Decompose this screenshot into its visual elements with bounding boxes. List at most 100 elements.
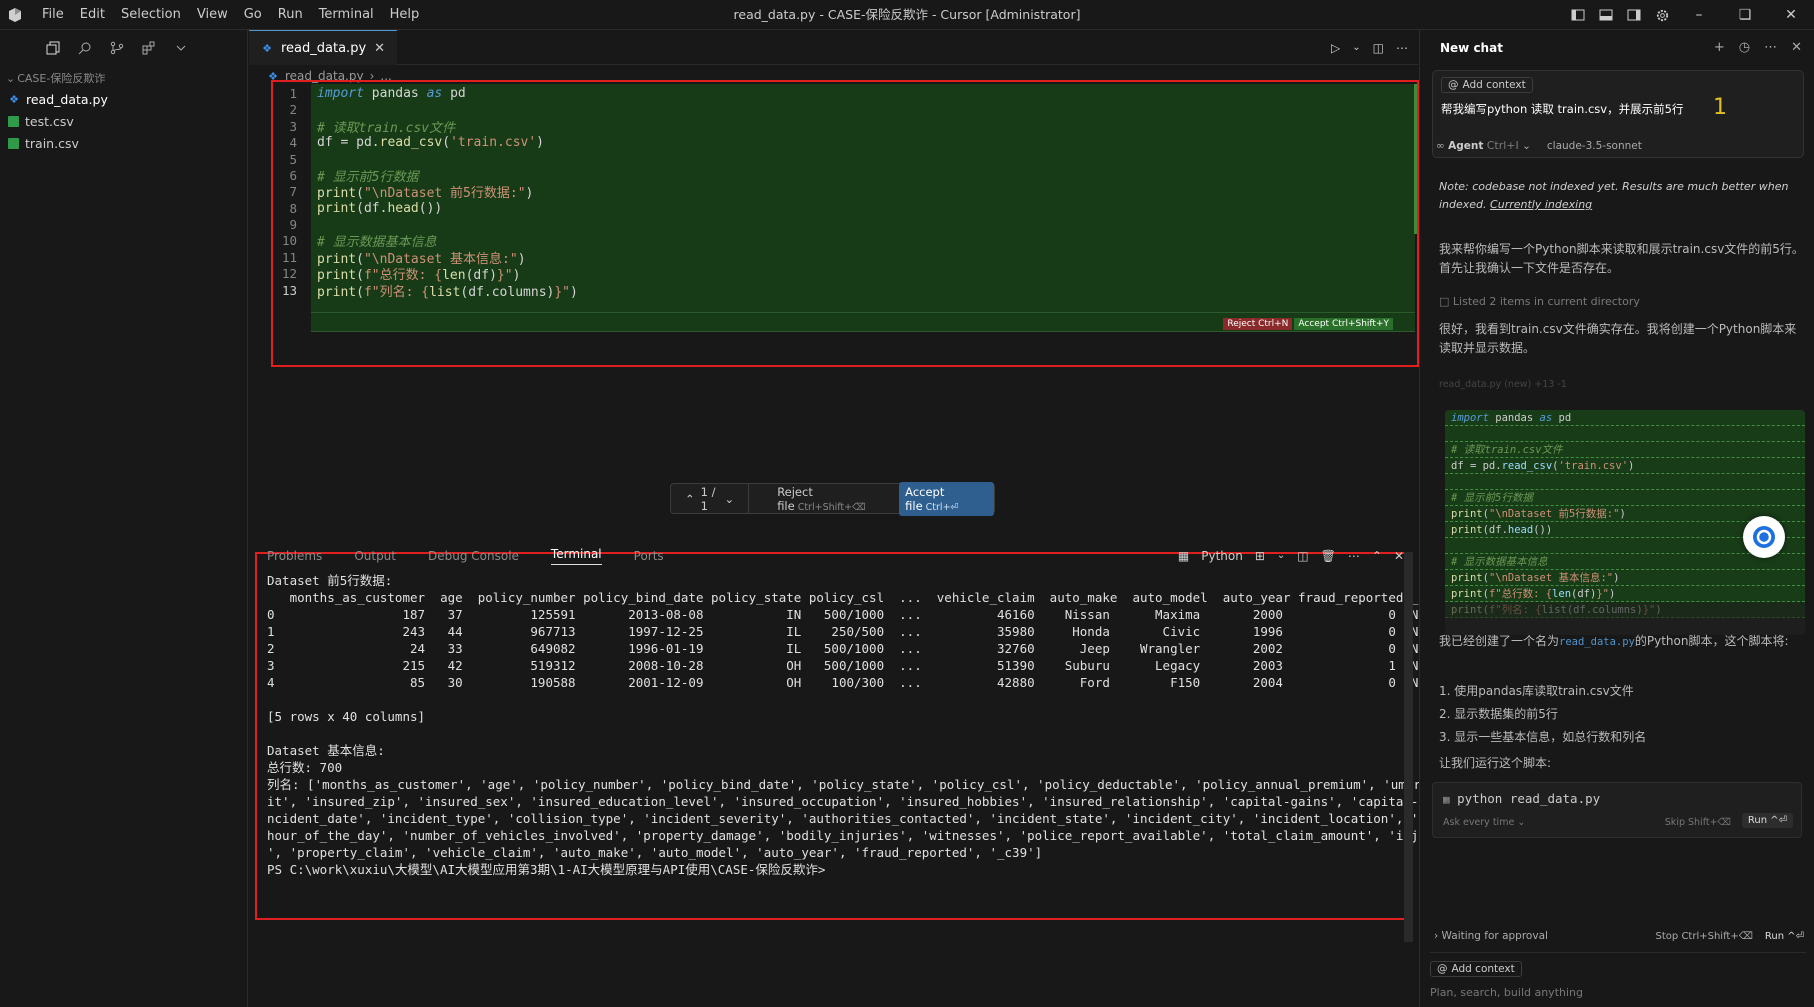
plus-icon[interactable]: + [1714,40,1725,55]
folder-icon: □ [1439,295,1450,308]
source-control-icon[interactable] [108,39,126,57]
add-context-button[interactable]: @ Add context [1430,961,1522,977]
code-editor[interactable]: 1 import pandas as pd 2 3 # 读取train.csv文件 … [271,84,1417,334]
search-icon[interactable] [76,39,94,57]
code-line [1445,474,1805,490]
terminal-icon[interactable]: ▦ [1178,549,1189,563]
annotation-step-number: 1 [1713,95,1727,120]
ask-every-time-selector[interactable]: Ask every time ⌄ [1443,817,1525,828]
code-card-header: read_data.py (new) +13 -1 [1439,379,1567,390]
terminal-line: hour_of_the_day', 'number_of_vehicles_in… [267,828,1487,843]
at-icon: @ [1437,963,1448,975]
more-icon[interactable]: ⋯ [1396,41,1408,55]
chevron-down-icon[interactable]: ⌄ [1277,550,1285,561]
chevron-up-icon[interactable]: ⌃ [685,492,695,506]
plus-icon[interactable]: ⊞ [1255,549,1265,563]
inline-reject-button[interactable]: Reject Ctrl+N [1223,318,1293,330]
add-context-button[interactable]: @ Add context [1441,77,1533,93]
close-icon[interactable]: ✕ [374,41,385,56]
workspace-folder[interactable]: ⌄ CASE-保险反欺诈 [0,66,247,88]
tab-read-data[interactable]: ❖ read_data.py ✕ [249,30,398,65]
chevron-right-icon: › [1434,930,1439,942]
menu-run[interactable]: Run [270,0,311,30]
close-window-icon[interactable]: ✕ [1768,0,1814,30]
skip-button[interactable]: Skip Shift+⌫ [1665,817,1731,828]
split-icon[interactable]: ◫ [1373,41,1384,55]
menu-go[interactable]: Go [236,0,270,30]
terminal-line: 3 215 42 519312 2008-10-28 OH 500/1000 .… [267,658,1434,673]
tab-debug-console[interactable]: Debug Console [428,549,519,563]
tab-ports[interactable]: Ports [634,549,664,563]
file-item-train-csv[interactable]: train.csv [0,132,247,154]
file-name: test.csv [25,113,74,129]
more-icon[interactable]: ⋯ [1764,40,1777,55]
run-button[interactable]: Run ^⏎ [1741,813,1793,828]
history-icon[interactable]: ◷ [1739,40,1750,55]
model-selector[interactable]: claude-3.5-sonnet [1547,140,1642,152]
restore-icon[interactable]: ❏ [1722,0,1768,30]
inline-accept-button[interactable]: Accept Ctrl+Shift+Y [1294,318,1393,330]
close-icon[interactable]: ✕ [1791,40,1802,55]
reject-file-button[interactable]: Reject file Ctrl+Shift+⌫ [749,485,895,513]
indexing-link[interactable]: Currently indexing [1490,198,1592,211]
maximize-panel-icon[interactable]: ⌃ [1372,549,1382,563]
menu-view[interactable]: View [189,0,236,30]
files-icon[interactable] [44,39,62,57]
chat-input-placeholder: Plan, search, build anything [1430,986,1583,999]
python-file-icon: ❖ [262,41,272,55]
inline-file-reference[interactable]: read_data.py [1559,636,1635,648]
chevron-down-icon[interactable]: ⌄ [725,492,735,506]
run-icon[interactable]: ▷ [1331,41,1340,55]
gear-icon[interactable] [1650,3,1674,27]
terminal-output[interactable]: Dataset 前5行数据: months_as_customer age po… [267,572,1487,912]
stop-button[interactable]: Stop Ctrl+Shift+⌫ [1656,931,1753,942]
agent-mode-row: ∞ Agent Ctrl+I ⌄ claude-3.5-sonnet [1436,139,1642,152]
toggle-panel-icon[interactable] [1594,3,1618,27]
menu-selection[interactable]: Selection [113,0,189,30]
code-line: print(f"列名: {list(df.columns)}") [1445,602,1805,618]
run-approval-button[interactable]: Run ^⏎ [1765,931,1804,942]
chevron-down-icon[interactable] [172,39,190,57]
agent-selector[interactable]: ∞ Agent Ctrl+I ⌄ [1436,139,1531,152]
menu-terminal[interactable]: Terminal [311,0,382,30]
file-item-test-csv[interactable]: test.csv [0,110,247,132]
toggle-sidebar-icon[interactable] [1566,3,1590,27]
assistant-message-3: 我已经创建了一个名为read_data.py的Python脚本，这个脚本将: [1439,634,1789,648]
close-panel-icon[interactable]: ✕ [1394,549,1404,563]
terminal-scrollbar[interactable] [1404,552,1413,942]
menu-edit[interactable]: Edit [72,0,113,30]
more-icon[interactable]: ⋯ [1348,549,1360,563]
extensions-icon[interactable] [140,39,158,57]
terminal-line: PS C:\work\xuxiu\大模型\AI大模型应用第3期\1-AI大模型原… [267,862,826,877]
menu-help[interactable]: Help [382,0,428,30]
accept-file-button[interactable]: Accept file Ctrl+⏎ [899,481,994,516]
toggle-secondary-sidebar-icon[interactable] [1622,3,1646,27]
user-prompt-text: 帮我编写python 读取 train.csv，并展示前5行 [1441,102,1684,116]
terminal-line: months_as_customer age policy_number pol… [267,590,1441,605]
tab-problems[interactable]: Problems [267,549,322,563]
shell-label[interactable]: Python [1201,549,1243,563]
code-line: import pandas as pd [1445,410,1805,426]
folder-name: CASE-保险反欺诈 [17,72,106,85]
menu-file[interactable]: File [34,0,72,30]
file-item-read-data[interactable]: ❖ read_data.py [0,88,247,110]
split-terminal-icon[interactable]: ◫ [1297,549,1308,563]
chevron-down-icon[interactable]: ⌄ [1352,42,1360,53]
terminal-line: ', 'property_claim', 'vehicle_claim', 'a… [267,845,1043,860]
chat-input[interactable]: @ Add context Plan, search, build anythin… [1430,952,1806,1004]
cursor-logo-icon [0,0,30,30]
tab-terminal[interactable]: Terminal [550,547,602,565]
minimize-icon[interactable]: – [1676,0,1722,30]
diff-review-toolbar: ⌃ 1 / 1 ⌄ Reject file Ctrl+Shift+⌫ Accept… [670,481,995,516]
diff-navigation[interactable]: ⌃ 1 / 1 ⌄ [671,484,750,513]
step-item-3: 3. 显示一些基本信息，如总行数和列名 [1439,730,1647,744]
run-intro: 让我们运行这个脚本: [1439,756,1552,770]
command-text: ▦ python read_data.py [1443,791,1601,806]
step-item-2: 2. 显示数据集的前5行 [1439,707,1558,721]
code-line: print(f"总行数: {len(df)}") [1445,586,1805,602]
trash-icon[interactable]: 🗑 [1321,549,1336,563]
tab-output[interactable]: Output [354,549,396,563]
terminal-line: 4 85 30 190588 2001-12-09 OH 100/300 ...… [267,675,1434,690]
breadcrumb-file[interactable]: read_data.py [285,69,364,83]
breadcrumb-tail[interactable]: ... [380,69,391,83]
